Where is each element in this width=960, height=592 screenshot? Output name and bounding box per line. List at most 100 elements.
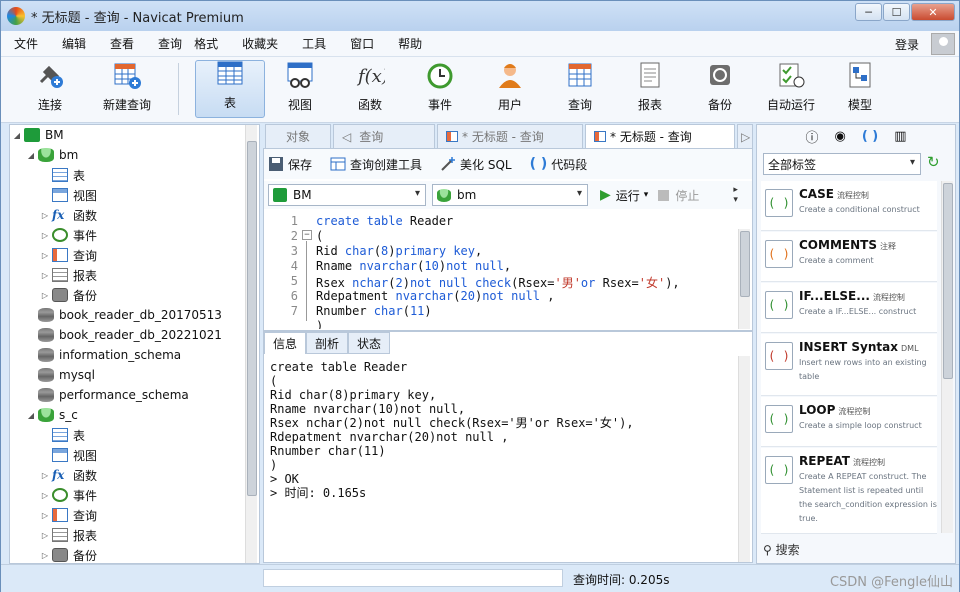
code-snippet-button[interactable]: ( ) 代码段 xyxy=(530,156,588,173)
scrollbar-thumb[interactable] xyxy=(740,231,750,297)
menu-view[interactable]: 查看 xyxy=(98,35,146,52)
query-button[interactable]: 查询 xyxy=(551,57,609,119)
beautify-sql-button[interactable]: 美化 SQL xyxy=(440,156,512,173)
menu-edit[interactable]: 编辑 xyxy=(50,35,98,52)
snippet-item[interactable]: ( ) COMMENTS 注释 Create a comment xyxy=(761,232,937,282)
tree-item-views[interactable]: 视图 xyxy=(40,185,97,205)
menu-query[interactable]: 查询 xyxy=(146,35,194,52)
editor-scrollbar[interactable] xyxy=(738,229,750,329)
function-button[interactable]: f(x) 函数 xyxy=(341,57,399,119)
tree-item-tables[interactable]: 表 xyxy=(40,425,85,445)
tree-db[interactable]: book_reader_db_20221021 xyxy=(26,325,222,345)
connection-button[interactable]: 连接 xyxy=(15,57,85,119)
event-button[interactable]: 事件 xyxy=(411,57,469,119)
expand-arrow-icon[interactable]: ▷ xyxy=(40,211,50,220)
tree-db-bm[interactable]: ◢ bm xyxy=(26,145,78,165)
tree-item-queries[interactable]: ▷ 查询 xyxy=(40,505,97,525)
tab-message[interactable]: 信息 xyxy=(264,332,307,354)
tree-item-functions[interactable]: ▷ fx 函数 xyxy=(40,205,97,225)
tree-db[interactable]: performance_schema xyxy=(26,385,189,405)
new-query-button[interactable]: 新建查询 xyxy=(93,57,161,119)
expand-arrow-icon[interactable]: ▷ xyxy=(40,491,50,500)
snippet-item[interactable]: ( ) IF...ELSE... 流程控制 Create a IF...ELSE..… xyxy=(761,283,937,333)
tree-item-reports[interactable]: ▷ 报表 xyxy=(40,265,97,285)
report-button[interactable]: 报表 xyxy=(621,57,679,119)
scrollbar-thumb[interactable] xyxy=(943,183,953,379)
expand-arrow-icon[interactable]: ▷ xyxy=(40,291,50,300)
user-avatar[interactable] xyxy=(931,33,955,55)
connection-select[interactable]: BM xyxy=(268,184,426,206)
expand-arrow-icon[interactable]: ▷ xyxy=(40,231,50,240)
expand-arrow-icon[interactable]: ▷ xyxy=(40,551,50,560)
tree-db-s_c[interactable]: ◢ s_c xyxy=(26,405,78,425)
tab-query[interactable]: ◁ 查询 xyxy=(333,124,435,148)
expand-arrow-icon[interactable]: ▷ xyxy=(40,471,50,480)
expand-arrow-icon[interactable]: ▷ xyxy=(40,251,50,260)
expand-arrow-icon[interactable]: ▷ xyxy=(40,271,50,280)
expand-arrow-icon[interactable]: ▷ xyxy=(40,531,50,540)
collapse-arrow-icon[interactable]: ◢ xyxy=(12,131,22,140)
preview-icon[interactable]: ◉ xyxy=(834,129,845,144)
tag-filter-select[interactable]: 全部标签 xyxy=(763,153,921,175)
view-button[interactable]: 视图 xyxy=(271,57,329,119)
tree-scrollbar[interactable] xyxy=(245,125,257,563)
snippet-search[interactable]: ⚲ 搜索 xyxy=(763,541,800,558)
snippet-scrollbar[interactable] xyxy=(941,181,953,533)
database-select[interactable]: bm xyxy=(432,184,588,206)
menu-format[interactable]: 格式 xyxy=(194,35,230,52)
tab-untitled-query-2[interactable]: * 无标题 - 查询 xyxy=(585,124,735,148)
run-button[interactable]: ▶ 运行 ▾ xyxy=(600,187,648,204)
tab-objects[interactable]: 对象 xyxy=(265,124,331,148)
menu-favorites[interactable]: 收藏夹 xyxy=(230,35,290,52)
menu-window[interactable]: 窗口 xyxy=(338,35,386,52)
tree-db[interactable]: mysql xyxy=(26,365,95,385)
menu-help[interactable]: 帮助 xyxy=(386,35,434,52)
tree-item-queries[interactable]: ▷ 查询 xyxy=(40,245,97,265)
maximize-button[interactable]: ☐ xyxy=(883,3,910,21)
collapse-arrow-icon[interactable]: ◢ xyxy=(26,411,36,420)
expand-arrow-icon[interactable]: ▷ xyxy=(40,511,50,520)
sql-code[interactable]: 1 create table Reader 2 − ( 3 Rid char(8… xyxy=(264,211,738,329)
snippet-item[interactable]: ( ) INSERT Syntax DML Insert new rows into… xyxy=(761,334,937,396)
tree-connection-bm[interactable]: ◢ BM xyxy=(12,125,64,145)
more-options-icon[interactable]: ▸ ▾ xyxy=(733,185,738,205)
tree-item-events[interactable]: ▷ 事件 xyxy=(40,225,97,245)
tab-profile[interactable]: 剖析 xyxy=(306,332,349,354)
tab-untitled-query-1[interactable]: * 无标题 - 查询 xyxy=(437,124,583,148)
info-icon[interactable]: ⓘ xyxy=(805,127,818,146)
close-button[interactable]: ✕ xyxy=(911,3,955,21)
tree-db[interactable]: information_schema xyxy=(26,345,181,365)
grid-icon[interactable]: ▥ xyxy=(894,129,906,144)
save-button[interactable]: 保存 xyxy=(268,156,312,173)
tree-item-backups[interactable]: ▷ 备份 xyxy=(40,545,97,565)
user-button[interactable]: 用户 xyxy=(481,57,539,119)
code-snippet-icon[interactable]: ( ) xyxy=(862,129,878,144)
snippet-item[interactable]: ( ) CASE 流程控制 Create a conditional constru… xyxy=(761,181,937,231)
tree-item-tables[interactable]: 表 xyxy=(40,165,85,185)
output-scrollbar[interactable] xyxy=(738,356,750,562)
scrollbar-thumb[interactable] xyxy=(247,141,257,496)
menu-file[interactable]: 文件 xyxy=(1,35,50,52)
collapse-arrow-icon[interactable]: ◢ xyxy=(26,151,36,160)
tree-item-events[interactable]: ▷ 事件 xyxy=(40,485,97,505)
table-button[interactable]: 表 xyxy=(195,60,265,118)
add-snippet-icon[interactable]: ↻ xyxy=(927,153,940,171)
tree-item-reports[interactable]: ▷ 报表 xyxy=(40,525,97,545)
menu-tools[interactable]: 工具 xyxy=(290,35,338,52)
tab-scroll-right[interactable]: ▷ xyxy=(737,124,753,148)
snippet-item[interactable]: ( ) LOOP 流程控制 Create a simple loop constru… xyxy=(761,397,937,447)
fold-toggle-icon[interactable]: − xyxy=(302,230,312,240)
tree-item-views[interactable]: 视图 xyxy=(40,445,97,465)
query-builder-button[interactable]: 查询创建工具 xyxy=(330,156,422,173)
tab-status[interactable]: 状态 xyxy=(348,332,391,354)
tree-item-functions[interactable]: ▷ fx 函数 xyxy=(40,465,97,485)
model-button[interactable]: 模型 xyxy=(831,57,889,119)
login-link[interactable]: 登录 xyxy=(895,36,919,53)
tree-db[interactable]: book_reader_db_20170513 xyxy=(26,305,222,325)
tree-item-backups[interactable]: ▷ 备份 xyxy=(40,285,97,305)
automation-button[interactable]: 自动运行 xyxy=(759,57,823,119)
backup-button[interactable]: 备份 xyxy=(691,57,749,119)
snippet-item[interactable]: ( ) REPEAT 流程控制 Create A REPEAT construct.… xyxy=(761,448,937,534)
minimize-button[interactable]: ─ xyxy=(855,3,882,21)
stop-button[interactable]: 停止 xyxy=(658,187,699,204)
